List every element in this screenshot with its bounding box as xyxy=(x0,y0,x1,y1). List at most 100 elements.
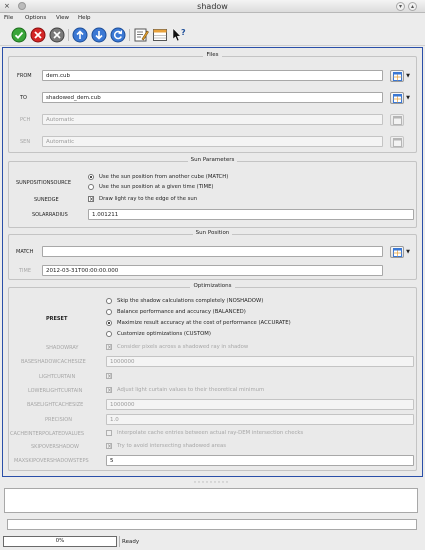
lowerlightcurtain-checkbox[interactable]: × xyxy=(106,387,112,394)
cacheinterpolatedvalues-checkbox[interactable] xyxy=(106,430,112,436)
match-file-browse-button[interactable] xyxy=(390,246,404,258)
maxskipovershadowsteps-field[interactable]: 5 xyxy=(106,455,414,466)
shadowray-label: SHADOWRAY xyxy=(46,345,79,351)
from-dropdown-arrow-icon[interactable]: ▼ xyxy=(405,70,411,82)
menu-view[interactable]: View xyxy=(56,15,69,21)
baseshadowcachesize-field[interactable]: 1000000 xyxy=(106,356,414,367)
menu-bar: File Options View Help xyxy=(0,14,425,23)
source-match-radio[interactable] xyxy=(88,174,94,180)
solarradius-field[interactable]: 1.001211 xyxy=(88,209,414,220)
file-table-icon xyxy=(393,116,402,125)
source-match-text: Use the sun position from another cube (… xyxy=(99,174,229,180)
baseshadowcachesize-label: BASESHADOWCACHESIZE xyxy=(21,359,86,365)
precision-field[interactable]: 1.0 xyxy=(106,414,414,425)
preset-label: PRESET xyxy=(46,316,68,322)
preset-noshadow-text: Skip the shadow calculations completely … xyxy=(117,298,264,304)
download-icon[interactable] xyxy=(91,27,107,43)
file-table-icon xyxy=(393,138,402,147)
file-table-icon xyxy=(393,94,402,103)
lowerlightcurtain-label: LOWERLIGHTCURTAIN xyxy=(28,388,83,394)
preset-accurate-radio[interactable] xyxy=(106,320,112,326)
reset-icon[interactable] xyxy=(49,27,65,43)
status-message: Ready xyxy=(122,539,140,545)
sun-parameters-title: Sun Parameters xyxy=(187,157,238,163)
to-dropdown-arrow-icon[interactable]: ▼ xyxy=(405,92,411,104)
log-output-area[interactable] xyxy=(4,488,418,513)
maxskipovershadowsteps-label: MAXSKIPOVERSHADOWSTEPS xyxy=(14,458,89,464)
to-label: TO xyxy=(20,95,27,101)
progress-bar: 0% xyxy=(3,536,117,547)
sunedge-label: SUNEDGE xyxy=(34,197,59,203)
files-group-title: Files xyxy=(203,52,222,58)
table-icon[interactable] xyxy=(152,27,168,43)
minimize-button[interactable]: ▾ xyxy=(396,2,405,11)
match-field[interactable] xyxy=(42,246,383,257)
preset-custom-radio[interactable] xyxy=(106,331,112,337)
splitter-handle[interactable] xyxy=(0,480,425,484)
match-label: MATCH xyxy=(16,249,34,255)
lightcurtain-label: LIGHTCURTAIN xyxy=(39,374,76,380)
menu-options[interactable]: Options xyxy=(25,15,46,21)
spk-field[interactable]: Automatic xyxy=(42,136,383,147)
file-table-icon xyxy=(393,72,402,81)
skipovershadow-text: Try to avoid intersecting shadowed areas xyxy=(117,443,226,449)
status-separator xyxy=(119,536,120,547)
command-line-field[interactable] xyxy=(7,519,417,530)
precision-label: PRECISION xyxy=(45,417,72,423)
from-field[interactable]: dem.cub xyxy=(42,70,383,81)
preset-accurate-text: Maximize result accuracy at the cost of … xyxy=(117,320,291,326)
preset-custom-text: Customize optimizations (CUSTOM) xyxy=(117,331,211,337)
upload-icon[interactable] xyxy=(72,27,88,43)
menu-file[interactable]: File xyxy=(4,15,13,21)
files-group: Files FROM dem.cub ▼ TO shadowed_dem.cub… xyxy=(8,52,417,153)
sunedge-checkbox[interactable]: × xyxy=(88,196,94,203)
cacheinterpolatedvalues-text: Interpolate cache entries between actual… xyxy=(117,430,304,436)
time-field[interactable]: 2012-03-31T00:00:00.000 xyxy=(42,265,383,276)
spk-label: SEN xyxy=(20,139,31,145)
source-time-radio[interactable] xyxy=(88,184,94,190)
to-file-browse-button[interactable] xyxy=(390,92,404,104)
lightcurtain-checkbox[interactable]: × xyxy=(106,373,112,380)
toolbar-separator xyxy=(68,29,69,41)
svg-text:?: ? xyxy=(181,28,186,37)
shadowray-checkbox[interactable]: × xyxy=(106,344,112,351)
baselightcachesize-label: BASELIGHTCACHESIZE xyxy=(27,402,84,408)
skipovershadow-checkbox[interactable]: × xyxy=(106,443,112,450)
sun-parameters-group: Sun Parameters SUNPOSITIONSOURCE Use the… xyxy=(8,157,417,228)
stop-icon[interactable] xyxy=(30,27,46,43)
preset-balanced-text: Balance performance and accuracy (BALANC… xyxy=(117,309,246,315)
toolbar: ? xyxy=(0,24,425,46)
to-field[interactable]: shadowed_dem.cub xyxy=(42,92,383,103)
whats-this-icon[interactable]: ? xyxy=(171,27,187,43)
cacheinterpolatedvalues-label: CACHEINTERPOLATEDVALUES xyxy=(10,431,85,437)
edit-icon[interactable] xyxy=(133,27,149,43)
window-title: shadow xyxy=(197,2,228,11)
solarradius-label: SOLARRADIUS xyxy=(32,212,68,218)
from-file-browse-button[interactable] xyxy=(390,70,404,82)
source-time-text: Use the sun position at a given time (TI… xyxy=(99,184,214,190)
lowerlightcurtain-text: Adjust light curtain values to their the… xyxy=(117,387,265,393)
skipovershadow-label: SKIPOVERSHADOW xyxy=(31,444,79,450)
match-dropdown-arrow-icon[interactable]: ▼ xyxy=(405,246,411,258)
sunedge-text: Draw light ray to the edge of the sun xyxy=(99,196,198,202)
preset-balanced-radio[interactable] xyxy=(106,309,112,315)
optimizations-title: Optimizations xyxy=(190,283,235,289)
time-label: TIME xyxy=(19,268,32,274)
spk-file-browse-button[interactable] xyxy=(390,136,404,148)
title-bar: × shadow ▾ ▴ xyxy=(0,0,425,13)
pck-label: PCH xyxy=(20,117,31,123)
pck-field[interactable]: Automatic xyxy=(42,114,383,125)
file-table-icon xyxy=(393,248,402,257)
run-icon[interactable] xyxy=(11,27,27,43)
pck-file-browse-button[interactable] xyxy=(390,114,404,126)
preset-noshadow-radio[interactable] xyxy=(106,298,112,304)
status-bar: 0% Ready xyxy=(0,534,425,550)
sun-position-group: Sun Position MATCH ▼ TIME 2012-03-31T00:… xyxy=(8,230,417,280)
toolbar-separator xyxy=(129,29,130,41)
baselightcachesize-field[interactable]: 1000000 xyxy=(106,399,414,410)
menu-help[interactable]: Help xyxy=(78,15,91,21)
optimizations-group: Optimizations PRESET Skip the shadow cal… xyxy=(8,283,417,471)
refresh-icon[interactable] xyxy=(110,27,126,43)
from-label: FROM xyxy=(17,73,32,79)
maximize-button[interactable]: ▴ xyxy=(408,2,417,11)
